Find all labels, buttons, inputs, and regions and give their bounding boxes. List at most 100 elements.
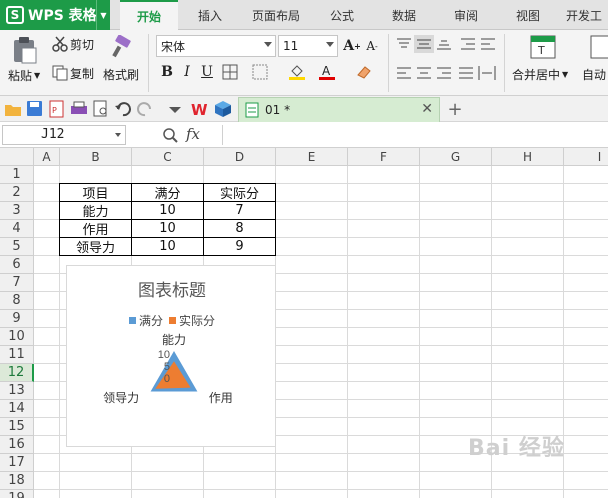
save-icon[interactable] — [26, 100, 44, 118]
row-header-17[interactable]: 17 — [0, 454, 34, 472]
column-header-c[interactable]: C — [132, 148, 204, 166]
tab-view[interactable]: 视图 — [506, 0, 550, 30]
align-right-icon[interactable] — [436, 66, 452, 80]
font-size-select[interactable]: 11 — [278, 35, 338, 57]
name-box[interactable]: J12 — [2, 125, 126, 145]
chevron-down-icon[interactable] — [166, 100, 184, 118]
insert-function-button[interactable]: fx — [186, 125, 200, 143]
clear-format-icon[interactable] — [355, 63, 373, 81]
header-cell-item[interactable]: 项目 — [60, 184, 132, 202]
row-header-2[interactable]: 2 — [0, 184, 34, 202]
column-header-h[interactable]: H — [492, 148, 564, 166]
new-tab-button[interactable]: + — [445, 97, 465, 121]
distribute-icon[interactable] — [478, 65, 496, 81]
format-painter-button[interactable]: 格式刷 — [103, 65, 139, 83]
paste-icon[interactable] — [12, 36, 38, 64]
italic-button[interactable]: I — [178, 63, 196, 81]
select-all-corner[interactable] — [0, 148, 34, 166]
fill-color-icon[interactable] — [288, 63, 306, 81]
row-header-13[interactable]: 13 — [0, 382, 34, 400]
table-cell[interactable]: 9 — [204, 238, 276, 256]
row-header-11[interactable]: 11 — [0, 346, 34, 364]
column-header-i[interactable]: I — [564, 148, 608, 166]
table-cell[interactable]: 10 — [132, 220, 204, 238]
table-cell[interactable]: 10 — [132, 202, 204, 220]
row-header-7[interactable]: 7 — [0, 274, 34, 292]
document-tab[interactable]: 01 * ✕ — [238, 97, 440, 122]
font-color-icon[interactable]: A — [318, 63, 336, 81]
align-bottom-icon[interactable] — [436, 37, 452, 51]
app-logo-menu[interactable]: S WPS 表格 ▼ — [0, 0, 110, 30]
table-cell[interactable]: 作用 — [60, 220, 132, 238]
bold-button[interactable]: B — [158, 63, 176, 81]
row-header-5[interactable]: 5 — [0, 238, 34, 256]
cut-button[interactable]: 剪切 — [70, 36, 94, 52]
column-header-b[interactable]: B — [60, 148, 132, 166]
table-cell[interactable]: 领导力 — [60, 238, 132, 256]
column-header-e[interactable]: E — [276, 148, 348, 166]
table-cell[interactable]: 能力 — [60, 202, 132, 220]
row-header-4[interactable]: 4 — [0, 220, 34, 238]
row-header-18[interactable]: 18 — [0, 472, 34, 490]
column-header-d[interactable]: D — [204, 148, 276, 166]
row-header-16[interactable]: 16 — [0, 436, 34, 454]
align-center-icon[interactable] — [416, 66, 432, 80]
underline-button[interactable]: U — [198, 63, 216, 81]
tab-home[interactable]: 开始 — [120, 0, 178, 30]
header-cell-actual-score[interactable]: 实际分 — [204, 184, 276, 202]
row-header-8[interactable]: 8 — [0, 292, 34, 310]
align-left-icon[interactable] — [396, 66, 412, 80]
chevron-down-icon[interactable]: ▼ — [96, 0, 110, 30]
paste-button[interactable]: 粘贴 ▼ — [8, 66, 40, 84]
row-header-1[interactable]: 1 — [0, 166, 34, 184]
merge-center-button[interactable]: 合并居中 ▼ — [512, 65, 568, 83]
print-preview-icon[interactable] — [92, 100, 110, 118]
radar-chart[interactable]: 图表标题 满分 实际分 10 5 0 能力 作用 领导力 — [66, 265, 276, 447]
export-pdf-icon[interactable]: P — [48, 100, 66, 118]
column-header-g[interactable]: G — [420, 148, 492, 166]
row-header-6[interactable]: 6 — [0, 256, 34, 274]
tab-insert[interactable]: 插入 — [188, 0, 232, 30]
decrease-font-icon[interactable]: A- — [363, 37, 381, 55]
format-painter-icon[interactable] — [110, 35, 134, 59]
increase-indent-icon[interactable] — [480, 37, 496, 51]
table-cell[interactable]: 10 — [132, 238, 204, 256]
formula-input[interactable] — [222, 125, 606, 145]
row-header-10[interactable]: 10 — [0, 328, 34, 346]
wrap-text-button[interactable]: 自动 — [582, 65, 606, 83]
table-cell[interactable]: 8 — [204, 220, 276, 238]
zoom-icon[interactable] — [162, 127, 178, 143]
redo-icon[interactable] — [136, 100, 154, 118]
open-folder-icon[interactable] — [4, 100, 22, 118]
print-icon[interactable] — [70, 100, 88, 118]
row-header-12[interactable]: 12 — [0, 364, 34, 382]
row-header-14[interactable]: 14 — [0, 400, 34, 418]
justify-icon[interactable] — [458, 66, 474, 80]
column-header-a[interactable]: A — [34, 148, 60, 166]
grid-border-icon[interactable] — [252, 64, 268, 80]
row-header-3[interactable]: 3 — [0, 202, 34, 220]
copy-button[interactable]: 复制 — [70, 65, 94, 81]
tab-formulas[interactable]: 公式 — [320, 0, 364, 30]
wps-docer-icon[interactable]: W — [190, 100, 208, 118]
font-name-select[interactable]: 宋体 — [156, 35, 276, 57]
copy-icon[interactable] — [52, 65, 68, 81]
wrap-text-icon[interactable] — [590, 35, 608, 59]
merge-center-icon[interactable]: T — [530, 35, 556, 59]
align-middle-icon[interactable] — [414, 35, 434, 53]
cube-icon[interactable] — [214, 100, 232, 118]
tab-developer[interactable]: 开发工 — [566, 0, 608, 30]
undo-icon[interactable] — [114, 100, 132, 118]
increase-font-icon[interactable]: A + — [343, 37, 361, 55]
scissors-icon[interactable] — [52, 36, 68, 52]
row-header-15[interactable]: 15 — [0, 418, 34, 436]
tab-review[interactable]: 审阅 — [444, 0, 488, 30]
row-header-9[interactable]: 9 — [0, 310, 34, 328]
row-header-19[interactable]: 19 — [0, 490, 34, 498]
header-cell-full-score[interactable]: 满分 — [132, 184, 204, 202]
decrease-indent-icon[interactable] — [460, 37, 476, 51]
column-header-f[interactable]: F — [348, 148, 420, 166]
close-icon[interactable]: ✕ — [421, 101, 433, 117]
table-cell[interactable]: 7 — [204, 202, 276, 220]
tab-page-layout[interactable]: 页面布局 — [244, 0, 308, 30]
